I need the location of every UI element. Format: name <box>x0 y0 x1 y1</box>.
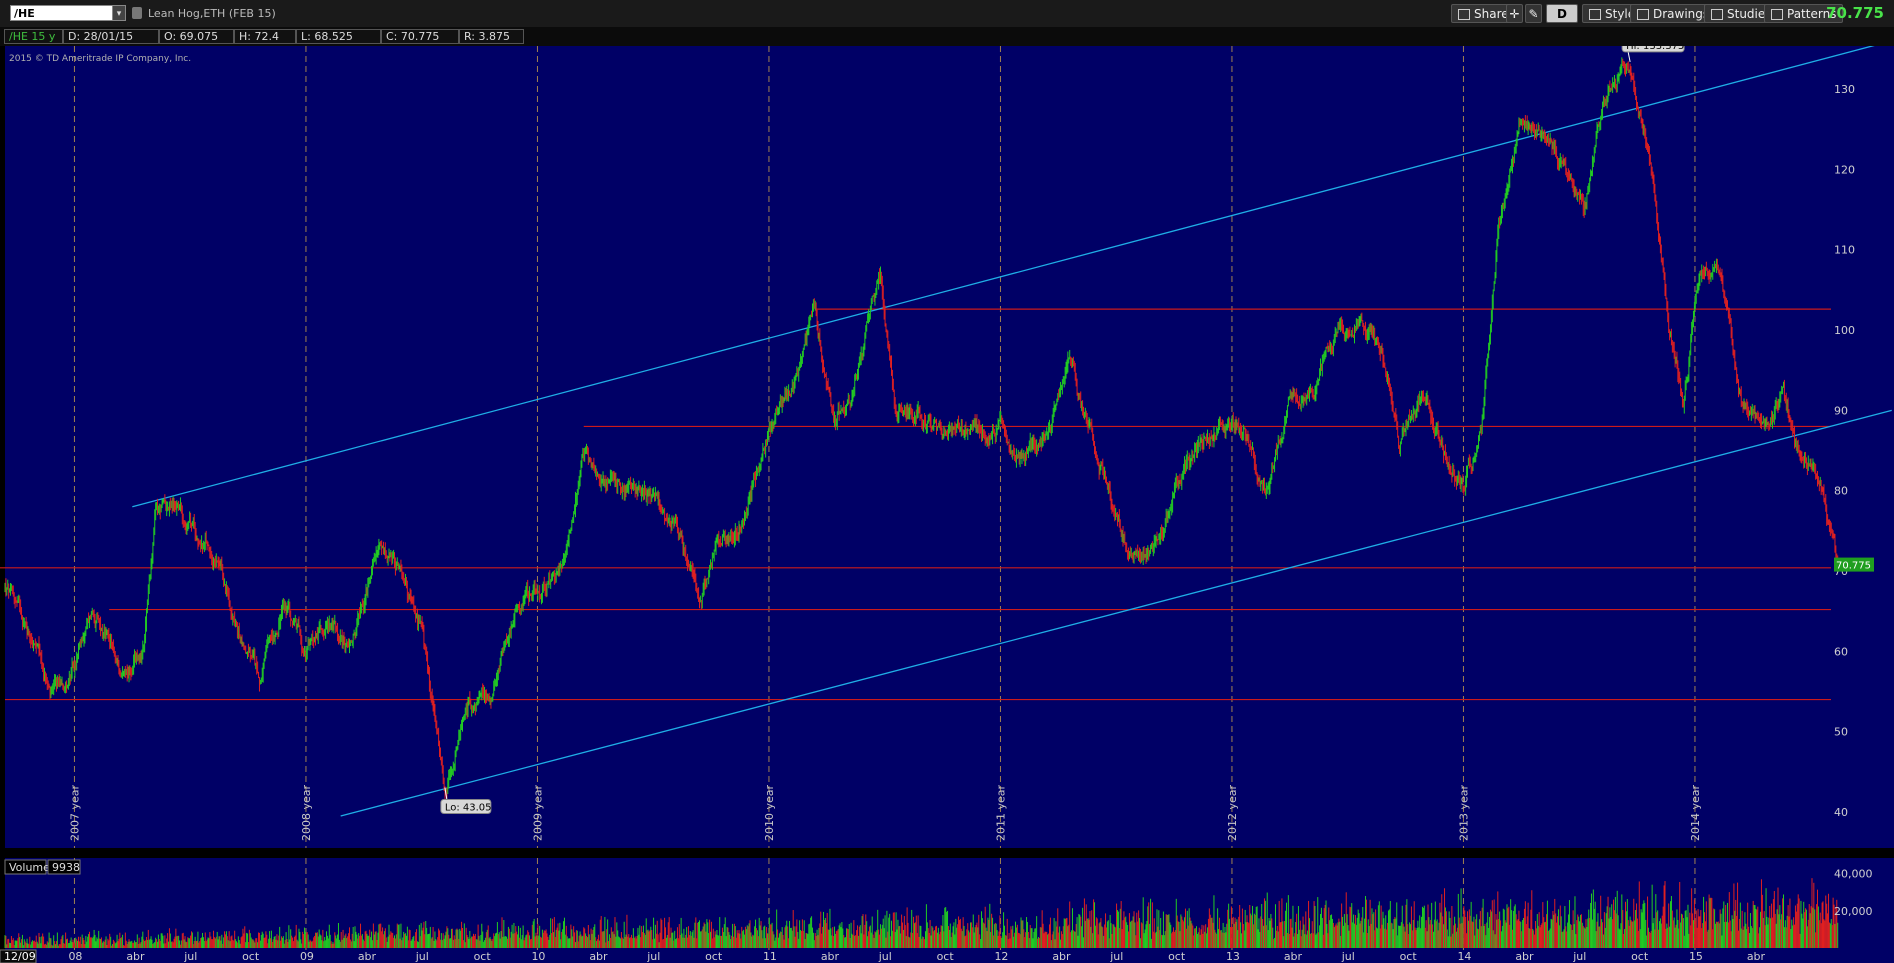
last-price: 70.775 <box>1826 4 1884 22</box>
drawings-icon <box>1637 9 1649 20</box>
time-tick-label: 15 <box>1689 950 1703 963</box>
time-tick-label: jul <box>646 950 660 963</box>
time-tick-label: oct <box>937 950 955 963</box>
d-toggle-button[interactable]: D <box>1546 4 1578 23</box>
symbol-input[interactable]: /HE <box>10 5 118 21</box>
date-readout: D: 28/01/15 <box>63 29 159 44</box>
studies-icon <box>1711 9 1723 20</box>
year-label: 2010 year <box>763 784 776 841</box>
volume-tick-label: 20,000 <box>1834 905 1873 918</box>
time-tick-label: abr <box>821 950 840 963</box>
patterns-icon <box>1771 9 1783 20</box>
low-readout: L: 68.525 <box>296 29 381 44</box>
time-tick-label: oct <box>474 950 492 963</box>
year-label: 2009 year <box>531 784 544 841</box>
pencil-icon: ✎ <box>1528 7 1539 21</box>
top-toolbar: /HE ▾ Lean Hog,ETH (FEB 15) Share ✛ ✎ D … <box>0 0 1894 28</box>
high-annotation-label: Hi: 133.375 <box>1626 46 1684 52</box>
price-tick-label: 80 <box>1834 485 1848 498</box>
year-label: 2014 year <box>1689 784 1702 841</box>
price-tick-label: 100 <box>1834 324 1855 337</box>
year-label: 2008 year <box>300 784 313 841</box>
time-tick-label: 13 <box>1226 950 1240 963</box>
price-tick-label: 120 <box>1834 163 1855 176</box>
time-tick-label: abr <box>589 950 608 963</box>
time-tick-label: jul <box>1572 950 1586 963</box>
price-tick-label: 130 <box>1834 83 1855 96</box>
price-tick-label: 50 <box>1834 726 1848 739</box>
time-tick-label: abr <box>1052 950 1071 963</box>
chart-canvas[interactable]: 2015 © TD Ameritrade IP Company, Inc. Vo… <box>0 46 1894 963</box>
time-tick-label: jul <box>1109 950 1123 963</box>
start-date-label: 12/09 <box>4 950 36 963</box>
info-bar: /HE 15 y D D: 28/01/15 O: 69.075 H: 72.4… <box>0 27 1894 71</box>
price-tick-label: 60 <box>1834 645 1848 658</box>
time-tick-label: jul <box>878 950 892 963</box>
symbol-dropdown-icon[interactable]: ▾ <box>112 5 126 21</box>
time-tick-label: abr <box>1515 950 1534 963</box>
time-tick-label: jul <box>415 950 429 963</box>
time-tick-label: oct <box>705 950 723 963</box>
time-tick-label: jul <box>183 950 197 963</box>
share-icon <box>1458 9 1470 20</box>
low-annotation-label: Lo: 43.05 <box>445 802 492 813</box>
style-icon <box>1589 9 1601 20</box>
year-label: 2007 year <box>68 784 81 841</box>
time-tick-label: abr <box>126 950 145 963</box>
time-tick-label: oct <box>1400 950 1418 963</box>
range-readout: R: 3.875 <box>459 29 524 44</box>
year-label: 2012 year <box>1226 784 1239 841</box>
time-tick-label: 12 <box>994 950 1008 963</box>
drawings-label: Drawings <box>1653 7 1710 21</box>
volume-tick-label: 40,000 <box>1834 868 1873 881</box>
pencil-tool-button[interactable]: ✎ <box>1525 4 1542 23</box>
crosshair-icon: ✛ <box>1509 7 1520 21</box>
volume-label: Volume <box>9 861 50 874</box>
time-tick-label: abr <box>1284 950 1303 963</box>
price-tick-label: 40 <box>1834 806 1848 819</box>
price-tick-label: 90 <box>1834 404 1848 417</box>
time-tick-label: 09 <box>300 950 314 963</box>
copyright-text: 2015 © TD Ameritrade IP Company, Inc. <box>9 54 191 64</box>
lock-icon[interactable] <box>132 7 142 19</box>
price-tick-label: 110 <box>1834 244 1855 257</box>
share-label: Share <box>1474 7 1509 21</box>
open-readout: O: 69.075 <box>159 29 234 44</box>
time-tick-label: 08 <box>68 950 82 963</box>
time-tick-label: jul <box>1341 950 1355 963</box>
time-tick-label: abr <box>1747 950 1766 963</box>
volume-value: 9938 <box>52 861 80 874</box>
time-tick-label: oct <box>1631 950 1649 963</box>
time-tick-label: 11 <box>763 950 777 963</box>
high-readout: H: 72.4 <box>234 29 296 44</box>
last-price-badge-text: 70.775 <box>1836 561 1871 572</box>
crosshair-tool-button[interactable]: ✛ <box>1506 4 1523 23</box>
year-label: 2013 year <box>1457 784 1470 841</box>
time-tick-label: abr <box>358 950 377 963</box>
year-label: 2011 year <box>994 784 1007 841</box>
time-tick-label: oct <box>1168 950 1186 963</box>
time-tick-label: 10 <box>531 950 545 963</box>
close-readout: C: 70.775 <box>381 29 459 44</box>
time-tick-label: 14 <box>1457 950 1471 963</box>
time-tick-label: oct <box>242 950 260 963</box>
instrument-description: Lean Hog,ETH (FEB 15) <box>148 7 276 20</box>
period-label[interactable]: /HE 15 y D <box>4 29 63 57</box>
